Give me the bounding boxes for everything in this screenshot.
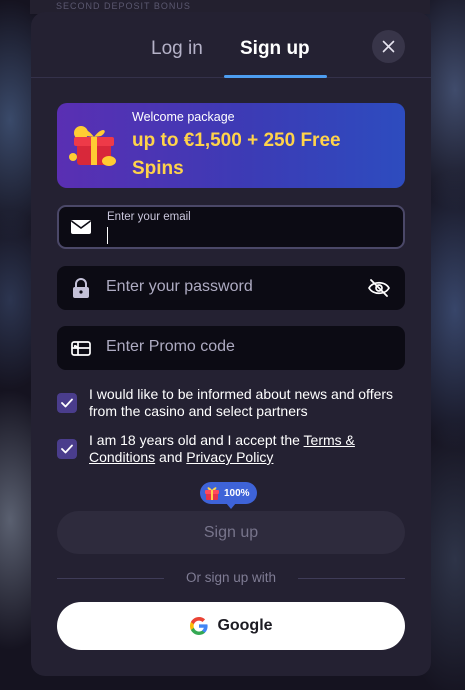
- email-label: Enter your email: [107, 211, 191, 223]
- envelope-icon: [71, 220, 91, 234]
- signup-submit-button[interactable]: Sign up: [57, 511, 405, 554]
- google-signup-button[interactable]: Google: [57, 602, 405, 650]
- gift-card-icon: [71, 341, 91, 356]
- close-button[interactable]: [372, 30, 405, 63]
- divider-line: [298, 578, 405, 579]
- password-field[interactable]: Enter your password: [57, 266, 405, 310]
- news-consent-checkbox[interactable]: [57, 393, 77, 413]
- completion-value: 100%: [224, 487, 250, 499]
- news-consent-text: I would like to be informed about news a…: [89, 386, 394, 419]
- text-cursor: [107, 227, 108, 244]
- checkmark-icon: [61, 398, 73, 408]
- google-button-label: Google: [217, 617, 273, 634]
- age-consent-checkbox[interactable]: [57, 439, 77, 459]
- password-placeholder: Enter your password: [106, 278, 253, 295]
- close-icon: [382, 40, 395, 53]
- privacy-link[interactable]: Privacy Policy: [186, 449, 273, 465]
- banner-subtitle: Welcome package: [132, 110, 235, 124]
- promo-code-field[interactable]: Enter Promo code: [57, 326, 405, 370]
- auth-tabs: Log in Sign up: [31, 12, 431, 78]
- welcome-banner: Welcome package up to €1,500 + 250 Free …: [57, 103, 405, 188]
- tab-login[interactable]: Log in: [151, 38, 203, 60]
- eye-slash-icon[interactable]: [367, 278, 391, 298]
- gift-icon: [205, 487, 219, 500]
- banner-offer: up to €1,500 + 250 Free Spins: [132, 130, 341, 179]
- lock-icon: [73, 278, 89, 298]
- signup-modal: Log in Sign up Welcome package up to €1,…: [31, 12, 431, 676]
- checkmark-icon: [61, 444, 73, 454]
- age-consent-text: I am 18 years old and I accept the Terms…: [89, 432, 405, 466]
- email-field[interactable]: Enter your email: [57, 205, 405, 249]
- gift-icon: [69, 126, 116, 166]
- tab-signup[interactable]: Sign up: [240, 38, 310, 60]
- completion-badge: 100%: [200, 482, 257, 509]
- social-divider: Or sign up with: [57, 570, 405, 586]
- google-icon: [190, 617, 209, 635]
- promo-placeholder: Enter Promo code: [106, 338, 235, 355]
- active-tab-indicator: [224, 75, 327, 78]
- age-consent-and: and: [155, 449, 187, 465]
- age-consent-prefix: I am 18 years old and I accept the: [89, 432, 304, 448]
